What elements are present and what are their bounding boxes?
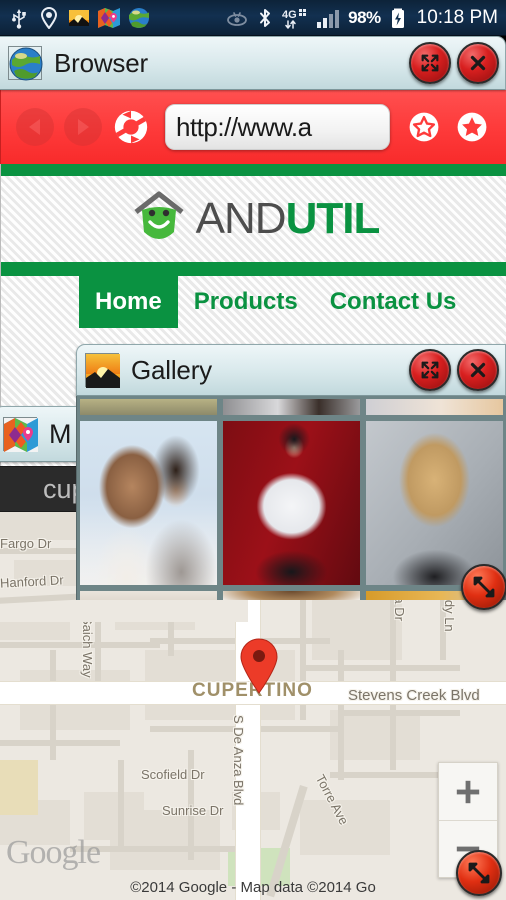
gallery-thumb-partial[interactable] <box>220 396 363 418</box>
bluetooth-icon <box>254 7 276 29</box>
gallery-thumb-partial[interactable] <box>77 588 220 600</box>
gallery-sunset-icon <box>68 7 90 29</box>
browser-toolbar: http://www.a <box>0 90 506 164</box>
gallery-sunset-icon <box>85 353 119 387</box>
browser-close-button[interactable] <box>457 42 499 84</box>
svg-text:4G: 4G <box>282 9 297 21</box>
gallery-thumb-woman-red-backdrop[interactable] <box>220 418 363 588</box>
map-label-hanford-dr: Hanford Dr <box>0 572 64 590</box>
map-label-stevens-creek-blvd: Stevens Creek Blvd <box>348 687 480 704</box>
back-arrow-icon[interactable] <box>11 103 59 151</box>
browser-globe-icon <box>128 7 150 29</box>
gallery-maximize-button[interactable] <box>409 349 451 391</box>
smart-stay-eye-icon <box>226 7 248 29</box>
gallery-thumb-partial[interactable] <box>220 588 363 600</box>
status-bar-right-icons: 4G 98% 10:18 PM <box>226 7 506 29</box>
gallery-photo-grid[interactable] <box>76 396 506 600</box>
browser-maximize-button[interactable] <box>409 42 451 84</box>
gallery-thumb-couple-wedding[interactable] <box>77 418 220 588</box>
status-bar-left-icons <box>0 7 150 29</box>
signal-bars-icon <box>316 7 342 29</box>
status-bar-clock: 10:18 PM <box>415 7 498 29</box>
maps-icon <box>98 7 120 29</box>
map-zoom-in-button[interactable] <box>439 763 497 820</box>
gallery-titlebar[interactable]: Gallery <box>76 344 506 396</box>
browser-window-buttons <box>409 42 499 84</box>
bookmark-star-filled-icon[interactable] <box>448 103 496 151</box>
maps-resize-handle[interactable] <box>456 850 502 896</box>
gallery-thumb-partial[interactable] <box>363 396 506 418</box>
gallery-window-buttons <box>409 349 499 391</box>
battery-charging-icon <box>387 7 409 29</box>
forward-arrow-icon[interactable] <box>59 103 107 151</box>
bookmark-star-outline-icon[interactable] <box>400 103 448 151</box>
network-4g-lte-icon: 4G <box>282 7 310 29</box>
browser-window-title: Browser <box>54 48 409 79</box>
url-input[interactable]: http://www.a <box>165 104 390 150</box>
location-pin-icon <box>38 7 60 29</box>
maps-folded-map-icon <box>3 417 37 451</box>
gallery-thumb-partial[interactable] <box>77 396 220 418</box>
map-label-fargo-dr: Fargo Dr <box>0 536 51 551</box>
browser-globe-icon <box>8 46 42 80</box>
gallery-thumb-blonde-woman-portrait[interactable] <box>363 418 506 588</box>
gallery-resize-handle[interactable] <box>461 564 506 610</box>
refresh-icon[interactable] <box>107 103 155 151</box>
status-bar: 4G 98% 10:18 PM <box>0 0 506 36</box>
gallery-window: Gallery <box>76 344 506 600</box>
usb-icon <box>8 7 30 29</box>
url-text: http://www.a <box>176 112 312 143</box>
battery-percent-label: 98% <box>348 8 381 28</box>
gallery-window-title: Gallery <box>131 355 409 386</box>
gallery-close-button[interactable] <box>457 349 499 391</box>
browser-titlebar[interactable]: Browser <box>0 36 506 90</box>
